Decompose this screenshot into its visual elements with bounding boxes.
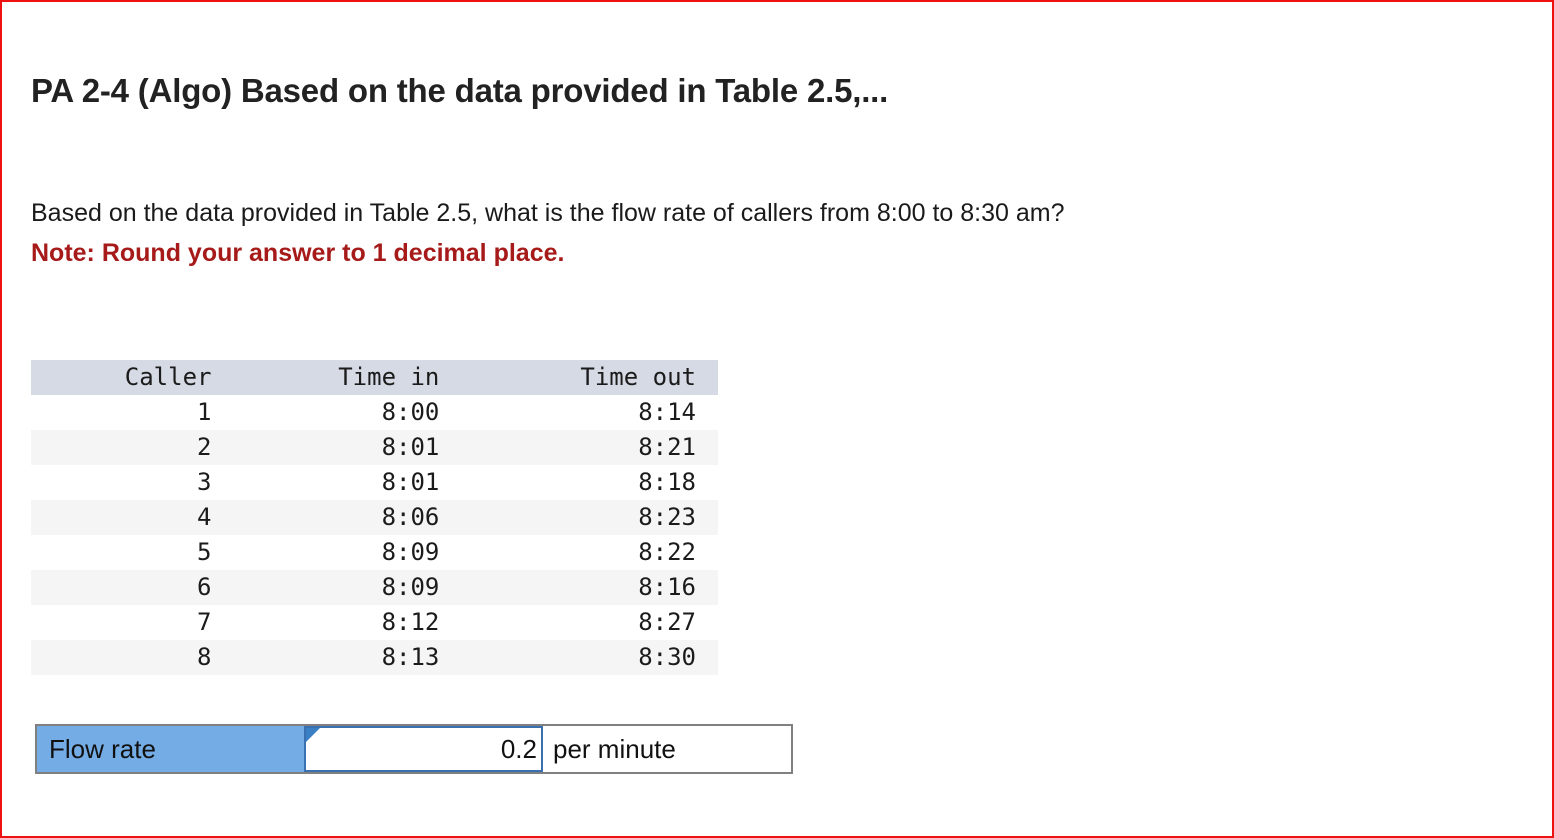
question-page: PA 2-4 (Algo) Based on the data provided… — [0, 0, 1554, 838]
cell-caller: 6 — [31, 570, 233, 605]
cell-caller: 2 — [31, 430, 233, 465]
question-note: Note: Round your answer to 1 decimal pla… — [31, 239, 565, 267]
page-title: PA 2-4 (Algo) Based on the data provided… — [31, 72, 889, 109]
cell-time-in: 8:01 — [232, 465, 462, 500]
table-row: 3 8:01 8:18 — [31, 465, 718, 500]
answer-label: Flow rate — [37, 726, 304, 772]
cell-time-in: 8:01 — [232, 430, 462, 465]
cell-time-in: 8:09 — [232, 570, 462, 605]
cell-time-out: 8:21 — [461, 430, 718, 465]
question-content: PA 2-4 (Algo) Based on the data provided… — [31, 2, 1522, 836]
table-header: Caller Time in Time out — [31, 360, 718, 395]
cell-caller: 4 — [31, 500, 233, 535]
cell-time-in: 8:12 — [232, 605, 462, 640]
cell-caller: 5 — [31, 535, 233, 570]
table-header-row: Caller Time in Time out — [31, 360, 718, 395]
caller-data-table: Caller Time in Time out 1 8:00 8:14 2 8:… — [31, 360, 718, 675]
table-row: 7 8:12 8:27 — [31, 605, 718, 640]
answer-unit-label: per minute — [543, 726, 791, 772]
cell-time-out: 8:18 — [461, 465, 718, 500]
table-body: 1 8:00 8:14 2 8:01 8:21 3 8:01 8:18 4 8:… — [31, 395, 718, 675]
cell-time-out: 8:27 — [461, 605, 718, 640]
cell-caller: 7 — [31, 605, 233, 640]
column-header-time-in: Time in — [232, 360, 462, 395]
cell-time-out: 8:23 — [461, 500, 718, 535]
cell-time-out: 8:16 — [461, 570, 718, 605]
column-header-caller: Caller — [31, 360, 233, 395]
table-row: 2 8:01 8:21 — [31, 430, 718, 465]
cell-caller: 1 — [31, 395, 233, 430]
answer-input[interactable] — [306, 728, 541, 770]
answer-input-cell[interactable] — [304, 726, 543, 772]
question-prompt: Based on the data provided in Table 2.5,… — [31, 199, 1065, 227]
question-text-block: Based on the data provided in Table 2.5,… — [31, 193, 1431, 273]
cell-time-in: 8:09 — [232, 535, 462, 570]
cell-caller: 8 — [31, 640, 233, 675]
cell-time-out: 8:14 — [461, 395, 718, 430]
column-header-time-out: Time out — [461, 360, 718, 395]
cell-time-out: 8:22 — [461, 535, 718, 570]
answer-row: Flow rate per minute — [35, 724, 793, 774]
cell-caller: 3 — [31, 465, 233, 500]
cell-time-out: 8:30 — [461, 640, 718, 675]
table-row: 4 8:06 8:23 — [31, 500, 718, 535]
table-row: 5 8:09 8:22 — [31, 535, 718, 570]
table-row: 8 8:13 8:30 — [31, 640, 718, 675]
table-row: 1 8:00 8:14 — [31, 395, 718, 430]
table-row: 6 8:09 8:16 — [31, 570, 718, 605]
cell-time-in: 8:06 — [232, 500, 462, 535]
cell-time-in: 8:13 — [232, 640, 462, 675]
cell-time-in: 8:00 — [232, 395, 462, 430]
